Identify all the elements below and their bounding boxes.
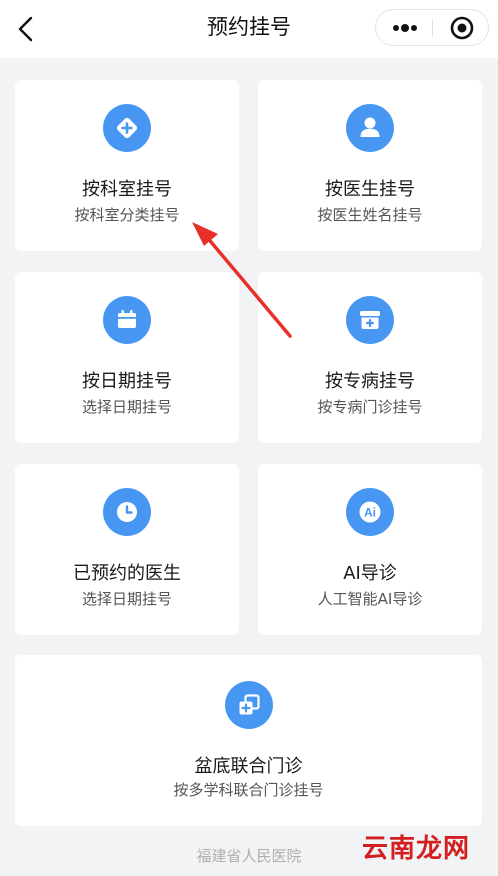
card-ai-guide[interactable]: Ai AI导诊 人工智能AI导诊 (258, 464, 482, 635)
card-by-doctor[interactable]: 按医生挂号 按医生姓名挂号 (258, 80, 482, 251)
joint-clinic-icon (224, 681, 273, 729)
card-subtitle: 人工智能AI导诊 (317, 590, 423, 608)
capsule-divider (432, 19, 433, 37)
card-subtitle: 按专病门诊挂号 (317, 398, 423, 416)
card-title: 按医生挂号 (325, 179, 415, 200)
navbar: 预约挂号 (0, 0, 498, 58)
capsule-menu (375, 9, 489, 46)
clock-icon (103, 488, 151, 536)
card-subtitle: 按科室分类挂号 (74, 206, 180, 224)
target-circle-icon[interactable] (449, 15, 475, 41)
doctor-icon (346, 104, 394, 152)
more-dots-icon[interactable] (390, 18, 420, 38)
card-by-disease[interactable]: 按专病挂号 按专病门诊挂号 (258, 272, 482, 443)
department-icon (103, 104, 151, 152)
card-title: 按科室挂号 (82, 179, 172, 200)
card-pelvic-floor-clinic[interactable]: 盆底联合门诊 按多学科联合门诊挂号 (15, 655, 482, 826)
card-by-department[interactable]: 按科室挂号 按科室分类挂号 (15, 80, 239, 251)
card-title: 盆底联合门诊 (194, 756, 303, 777)
card-title: 按专病挂号 (325, 371, 415, 392)
card-subtitle: 按医生姓名挂号 (317, 206, 423, 224)
card-title: 按日期挂号 (82, 371, 172, 392)
card-by-date[interactable]: 按日期挂号 选择日期挂号 (15, 272, 239, 443)
card-title: 已预约的医生 (73, 563, 181, 584)
card-subtitle: 选择日期挂号 (81, 398, 172, 416)
ai-icon: Ai (346, 488, 394, 536)
medical-box-icon (346, 296, 394, 344)
card-title: AI导诊 (343, 563, 397, 584)
card-subtitle: 选择日期挂号 (81, 590, 172, 608)
card-booked-doctors[interactable]: 已预约的医生 选择日期挂号 (15, 464, 239, 635)
svg-text:Ai: Ai (364, 506, 376, 520)
calendar-icon (103, 296, 151, 344)
card-subtitle: 按多学科联合门诊挂号 (173, 781, 324, 799)
watermark: 云南龙网 (362, 834, 471, 864)
